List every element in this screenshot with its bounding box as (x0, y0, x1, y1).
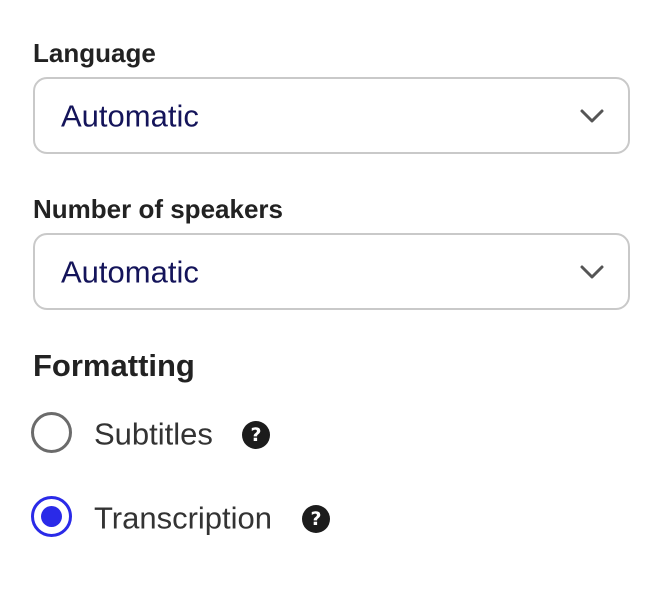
language-select-value: Automatic (61, 98, 199, 133)
radio-option-transcription[interactable]: Transcription ? (31, 496, 371, 540)
radio-button-transcription[interactable] (31, 496, 72, 537)
transcription-settings-panel: Language Automatic Number of speakers Au… (0, 0, 664, 590)
radio-label-subtitles: Subtitles (94, 416, 213, 452)
radio-selected-dot (41, 506, 62, 527)
help-icon[interactable]: ? (242, 421, 270, 449)
speakers-select-value: Automatic (61, 254, 199, 289)
help-icon[interactable]: ? (302, 505, 330, 533)
chevron-down-icon (580, 265, 604, 278)
radio-option-subtitles[interactable]: Subtitles ? (31, 412, 371, 456)
language-label: Language (33, 38, 156, 68)
chevron-down-icon (580, 109, 604, 122)
formatting-title: Formatting (33, 348, 195, 383)
radio-button-subtitles[interactable] (31, 412, 72, 453)
radio-label-transcription: Transcription (94, 500, 273, 536)
language-select[interactable]: Automatic (33, 77, 630, 154)
speakers-select[interactable]: Automatic (33, 233, 630, 310)
speakers-label: Number of speakers (33, 194, 283, 224)
